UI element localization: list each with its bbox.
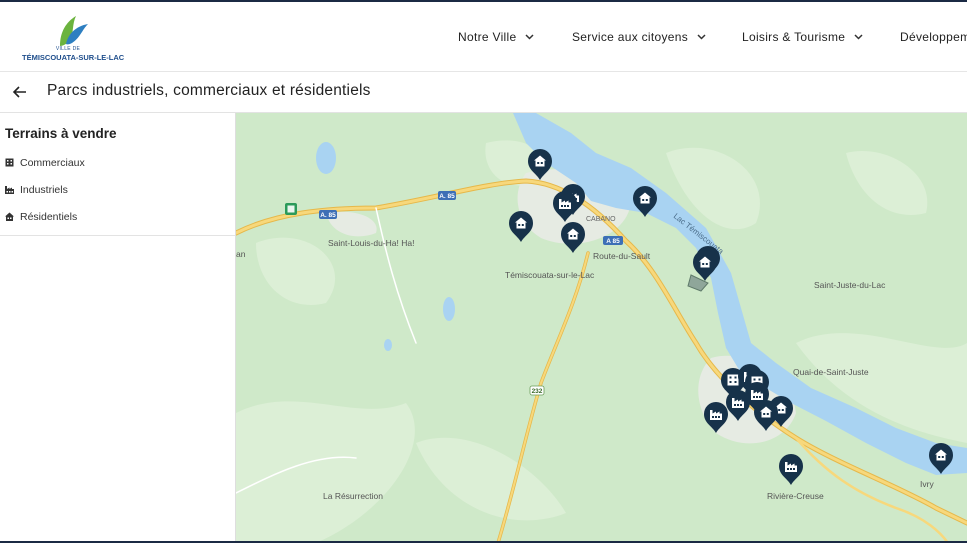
chevron-down-icon [854, 34, 863, 40]
sidebar-item-label: Résidentiels [20, 211, 78, 223]
leaf-logo-icon [60, 16, 88, 46]
nav-label: Loisirs & Tourisme [742, 30, 846, 44]
place-label: La Résurrection [323, 491, 383, 501]
nav-label: Développem [900, 30, 967, 44]
sidebar-item-residentiels[interactable]: Résidentiels [5, 211, 77, 223]
site-header: VILLE DE TÉMISCOUATA-SUR-LE-LAC Notre Vi… [0, 2, 967, 72]
house-icon [5, 212, 14, 221]
sidebar-title: Terrains à vendre [5, 126, 117, 141]
sidebar-item-label: Commerciaux [20, 157, 85, 169]
small-lake [443, 297, 455, 321]
shield-a85-label: A. 85 [439, 193, 455, 200]
chevron-down-icon [697, 34, 706, 40]
nav-label: Service aux citoyens [572, 30, 689, 44]
page-titlebar: Parcs industriels, commerciaux et réside… [0, 72, 967, 113]
sidebar-item-industriels[interactable]: Industriels [5, 184, 68, 196]
shield-a85-label: A. 85 [320, 212, 336, 219]
map-view[interactable]: A. 85 A. 85 A 85 232 Saint-Louis-du-Ha! … [236, 113, 967, 543]
place-label: Ivry [920, 479, 934, 489]
logo-name: TÉMISCOUATA-SUR-LE-LAC [22, 53, 125, 62]
place-label: Rivière-Creuse [767, 491, 824, 501]
park-icon-inner [287, 205, 295, 213]
small-lake [384, 339, 392, 351]
chevron-down-icon [525, 34, 534, 40]
nav-developpement[interactable]: Développem [900, 30, 967, 44]
nav-loisirs-tourisme[interactable]: Loisirs & Tourisme [742, 30, 863, 44]
sidebar: Terrains à vendre Commerciaux Industriel… [0, 113, 236, 543]
place-label: Saint-Juste-du-Lac [814, 280, 886, 290]
logo-prefix: VILLE DE [55, 46, 81, 52]
place-label: Quai-de-Saint-Juste [793, 367, 869, 377]
place-label: an [236, 249, 246, 259]
nav-notre-ville[interactable]: Notre Ville [458, 30, 534, 44]
place-label: Témiscouata-sur-le-Lac [505, 270, 595, 280]
sidebar-item-label: Industriels [20, 184, 68, 196]
place-label: Route-du-Sault [593, 251, 651, 261]
small-lake [316, 142, 336, 174]
place-label: Saint-Louis-du-Ha! Ha! [328, 238, 414, 248]
site-logo[interactable]: VILLE DE TÉMISCOUATA-SUR-LE-LAC [22, 14, 125, 64]
page-title: Parcs industriels, commerciaux et réside… [47, 82, 371, 99]
sidebar-divider [0, 235, 235, 236]
factory-icon [5, 186, 14, 194]
nav-service-citoyens[interactable]: Service aux citoyens [572, 30, 706, 44]
sidebar-item-commerciaux[interactable]: Commerciaux [5, 157, 85, 169]
shield-232-label: 232 [532, 388, 543, 395]
arrow-left-icon[interactable] [11, 84, 29, 100]
nav-label: Notre Ville [458, 30, 517, 44]
shield-a85-label: A 85 [606, 238, 620, 245]
building-icon [5, 158, 14, 167]
place-label: CABANO [586, 216, 616, 223]
